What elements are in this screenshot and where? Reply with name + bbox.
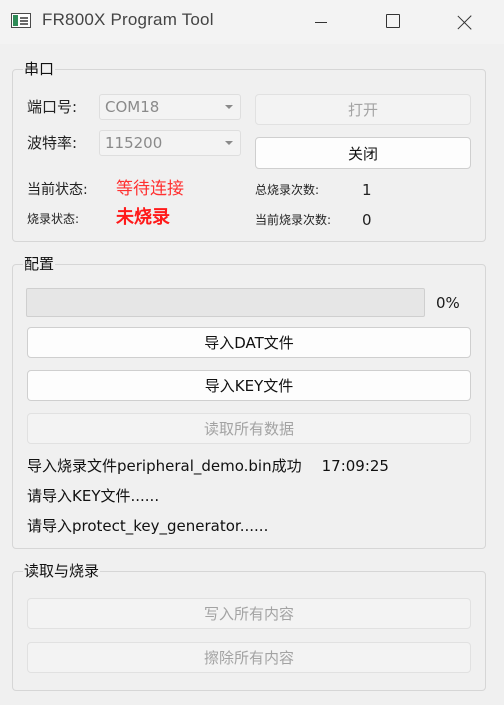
- erase-all-button[interactable]: 擦除所有内容: [27, 642, 471, 673]
- close-icon[interactable]: [440, 0, 490, 44]
- import-key-button[interactable]: 导入KEY文件: [27, 370, 471, 401]
- open-port-button[interactable]: 打开: [255, 94, 471, 125]
- baud-select[interactable]: 115200: [99, 130, 241, 156]
- state-value: 等待连接: [116, 179, 184, 199]
- burn-state-value: 未烧录: [116, 207, 170, 228]
- port-label: 端口号:: [27, 98, 78, 116]
- window-title: FR800X Program Tool: [42, 10, 214, 29]
- total-count-value: 1: [362, 181, 372, 199]
- read-burn-group: 读取与烧录: [12, 562, 486, 691]
- import-dat-button[interactable]: 导入DAT文件: [27, 327, 471, 358]
- serial-group-title: 串口: [23, 60, 56, 78]
- app-icon: [11, 13, 31, 28]
- port-select-value: COM18: [105, 98, 160, 116]
- log-text: 导入烧录文件peripheral_demo.bin成功: [27, 457, 302, 475]
- progress-bar: [26, 288, 425, 317]
- read-burn-group-title: 读取与烧录: [23, 562, 101, 580]
- chevron-down-icon: [225, 105, 233, 109]
- port-select[interactable]: COM18: [99, 94, 241, 120]
- burn-state-label: 烧录状态:: [27, 212, 80, 226]
- current-count-label: 当前烧录次数:: [255, 213, 332, 227]
- minimize-icon[interactable]: [296, 0, 346, 44]
- read-all-data-button[interactable]: 读取所有数据: [27, 413, 471, 444]
- config-group-title: 配置: [23, 255, 56, 273]
- log-time: 17:09:25: [321, 457, 389, 475]
- baud-label: 波特率:: [27, 134, 78, 152]
- log-line: 导入烧录文件peripheral_demo.bin成功 17:09:25: [27, 457, 389, 475]
- current-count-value: 0: [362, 211, 372, 229]
- chevron-down-icon: [225, 141, 233, 145]
- close-port-button[interactable]: 关闭: [255, 137, 471, 169]
- maximize-icon[interactable]: [368, 0, 418, 44]
- log-line: 请导入protect_key_generator......: [27, 517, 269, 535]
- state-label: 当前状态:: [27, 182, 88, 198]
- baud-select-value: 115200: [105, 134, 163, 152]
- total-count-label: 总烧录次数:: [255, 183, 320, 197]
- log-line: 请导入KEY文件......: [27, 487, 160, 505]
- progress-percent: 0%: [436, 294, 460, 312]
- title-bar: FR800X Program Tool: [0, 0, 504, 44]
- write-all-button[interactable]: 写入所有内容: [27, 598, 471, 629]
